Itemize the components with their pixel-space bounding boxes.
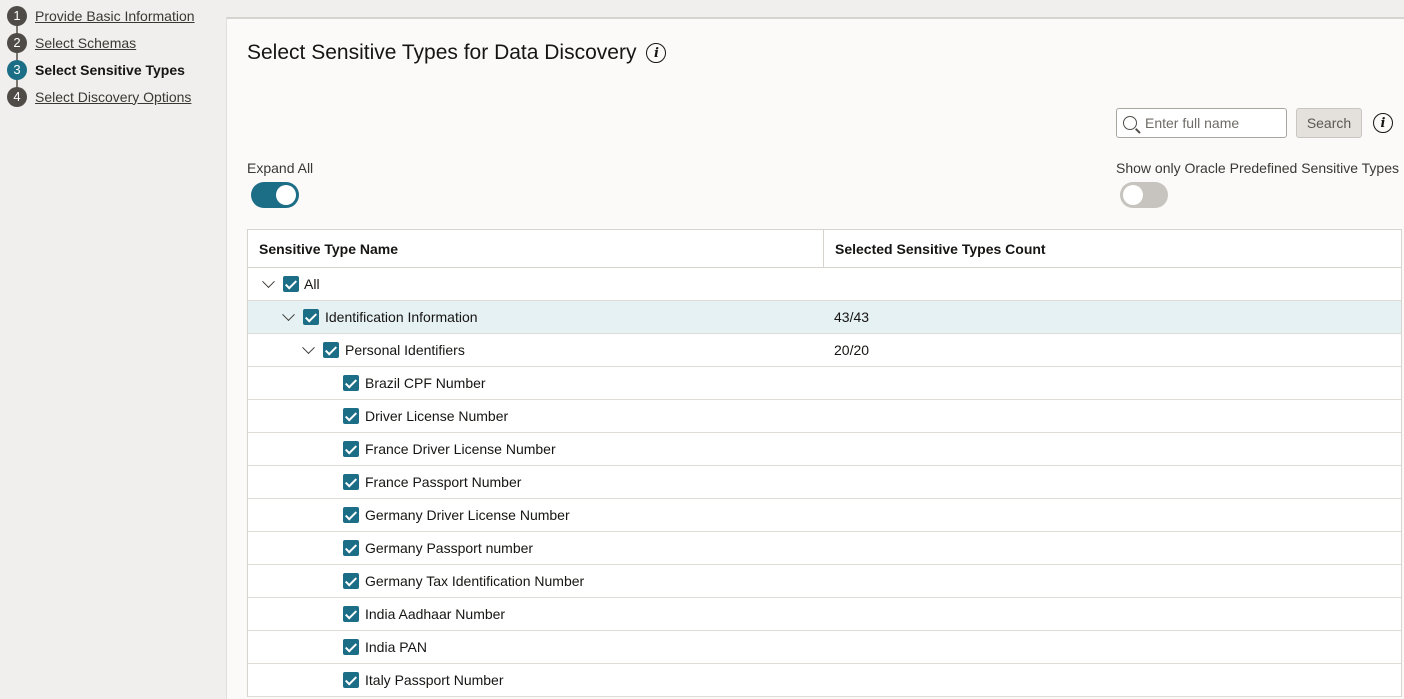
search-button[interactable]: Search: [1296, 108, 1362, 138]
row-label: France Driver License Number: [365, 441, 556, 457]
expand-all-label: Expand All: [247, 160, 314, 176]
table-header: Sensitive Type Name Selected Sensitive T…: [248, 230, 1401, 268]
main-panel: Select Sensitive Types for Data Discover…: [226, 17, 1404, 699]
checkbox-checked[interactable]: [343, 375, 359, 391]
row-label: India PAN: [365, 639, 427, 655]
name-cell: Germany Driver License Number: [248, 499, 824, 531]
table-row[interactable]: France Driver License Number: [248, 433, 1401, 466]
step-link-basic-info[interactable]: Provide Basic Information: [35, 8, 195, 24]
row-label: Identification Information: [325, 309, 478, 325]
step-number: 4: [7, 86, 27, 107]
row-label: Italy Passport Number: [365, 672, 504, 688]
row-label: Driver License Number: [365, 408, 509, 424]
sensitive-types-table: Sensitive Type Name Selected Sensitive T…: [247, 229, 1402, 697]
checkbox-checked[interactable]: [343, 540, 359, 556]
name-cell: All: [248, 268, 824, 300]
checkbox-checked[interactable]: [343, 606, 359, 622]
table-row[interactable]: Germany Passport number: [248, 532, 1401, 565]
row-label: Germany Tax Identification Number: [365, 573, 585, 589]
table-row[interactable]: Brazil CPF Number: [248, 367, 1401, 400]
name-cell: Personal Identifiers: [248, 334, 824, 366]
table-row[interactable]: Identification Information 43/43: [248, 301, 1401, 334]
name-cell: Brazil CPF Number: [248, 367, 824, 399]
row-label: Personal Identifiers: [345, 342, 465, 358]
oracle-only-label: Show only Oracle Predefined Sensitive Ty…: [1116, 160, 1400, 176]
page-title-row: Select Sensitive Types for Data Discover…: [247, 41, 667, 65]
checkbox-checked[interactable]: [343, 573, 359, 589]
name-cell: Germany Tax Identification Number: [248, 565, 824, 597]
table-row[interactable]: Personal Identifiers 20/20: [248, 334, 1401, 367]
chevron-down-icon[interactable]: [261, 277, 275, 291]
column-header-name[interactable]: Sensitive Type Name: [248, 230, 824, 267]
row-label: India Aadhaar Number: [365, 606, 506, 622]
name-cell: Driver License Number: [248, 400, 824, 432]
column-header-count[interactable]: Selected Sensitive Types Count: [824, 230, 1401, 267]
step-link-schemas[interactable]: Select Schemas: [35, 35, 136, 51]
table-row[interactable]: Italy Passport Number: [248, 664, 1401, 697]
search-info-icon[interactable]: i: [1373, 113, 1393, 133]
step-3-current: 3 Select Sensitive Types: [7, 56, 222, 83]
chevron-down-icon[interactable]: [281, 310, 295, 324]
count-cell: 20/20: [834, 342, 870, 358]
checkbox-checked[interactable]: [343, 507, 359, 523]
chevron-down-icon[interactable]: [301, 343, 315, 357]
search-icon: [1123, 116, 1137, 130]
search-input[interactable]: [1145, 115, 1275, 131]
table-row[interactable]: Germany Driver License Number: [248, 499, 1401, 532]
oracle-only-toggle[interactable]: [1120, 182, 1168, 208]
name-cell: France Driver License Number: [248, 433, 824, 465]
name-cell: India Aadhaar Number: [248, 598, 824, 630]
step-number: 2: [7, 32, 27, 53]
table-row[interactable]: Driver License Number: [248, 400, 1401, 433]
step-label-sensitive-types: Select Sensitive Types: [35, 61, 185, 78]
toggle-knob: [276, 185, 296, 205]
step-number: 3: [7, 59, 27, 80]
table-row[interactable]: France Passport Number: [248, 466, 1401, 499]
step-1[interactable]: 1 Provide Basic Information: [7, 2, 222, 29]
checkbox-checked[interactable]: [303, 309, 319, 325]
step-number: 1: [7, 5, 27, 26]
table-row[interactable]: India Aadhaar Number: [248, 598, 1401, 631]
step-2[interactable]: 2 Select Schemas: [7, 29, 222, 56]
expand-all-toggle[interactable]: [251, 182, 299, 208]
table-row[interactable]: Germany Tax Identification Number: [248, 565, 1401, 598]
row-label: France Passport Number: [365, 474, 522, 490]
toggle-knob: [1123, 185, 1143, 205]
name-cell: Identification Information: [248, 301, 824, 333]
name-cell: Italy Passport Number: [248, 664, 824, 696]
search-box: [1116, 108, 1287, 138]
row-label: Germany Passport number: [365, 540, 534, 556]
table-row[interactable]: India PAN: [248, 631, 1401, 664]
checkbox-checked[interactable]: [323, 342, 339, 358]
name-cell: Germany Passport number: [248, 532, 824, 564]
checkbox-checked[interactable]: [343, 408, 359, 424]
checkbox-checked[interactable]: [283, 276, 299, 292]
checkbox-checked[interactable]: [343, 441, 359, 457]
name-cell: France Passport Number: [248, 466, 824, 498]
checkbox-checked[interactable]: [343, 474, 359, 490]
info-icon[interactable]: i: [646, 43, 667, 63]
table-row[interactable]: All: [248, 268, 1401, 301]
name-cell: India PAN: [248, 631, 824, 663]
row-label: Brazil CPF Number: [365, 375, 486, 391]
page-title: Select Sensitive Types for Data Discover…: [247, 41, 637, 64]
row-label: All: [304, 276, 320, 292]
step-link-discovery-options[interactable]: Select Discovery Options: [35, 89, 191, 105]
row-label: Germany Driver License Number: [365, 507, 570, 523]
step-4[interactable]: 4 Select Discovery Options: [7, 83, 222, 110]
checkbox-checked[interactable]: [343, 672, 359, 688]
checkbox-checked[interactable]: [343, 639, 359, 655]
count-cell: 43/43: [834, 309, 870, 325]
step-train: 1 Provide Basic Information 2 Select Sch…: [7, 2, 222, 110]
